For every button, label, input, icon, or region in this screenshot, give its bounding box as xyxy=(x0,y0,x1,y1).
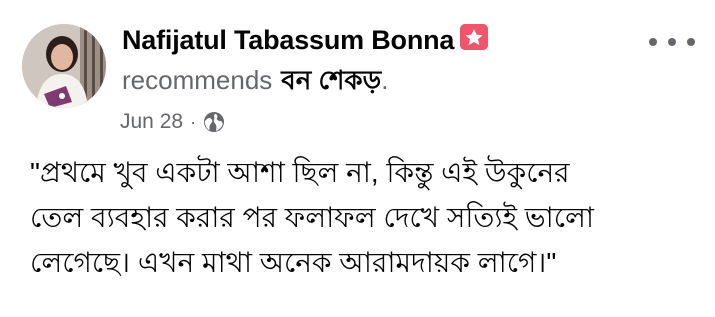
post-text-line: লেগেছে। এখন মাথা অনেক আরামদায়ক লাগে।" xyxy=(30,247,557,278)
recommendation-period: . xyxy=(381,65,389,95)
post-meta: Jun 28 · xyxy=(120,110,225,134)
globe-icon[interactable] xyxy=(203,111,225,133)
recommends-text: recommends xyxy=(122,65,273,95)
post-header: Nafijatul Tabassum Bonna recommends বন শ… xyxy=(122,22,645,95)
more-dot xyxy=(649,38,657,46)
more-options-icon[interactable] xyxy=(649,32,695,52)
star-badge-graphic xyxy=(460,24,489,50)
recommendation-post: Nafijatul Tabassum Bonna recommends বন শ… xyxy=(0,0,715,317)
meta-separator: · xyxy=(190,111,197,132)
avatar[interactable] xyxy=(22,24,106,108)
star-badge-icon[interactable] xyxy=(460,24,489,50)
more-dot xyxy=(668,38,676,46)
post-text-line: তেল ব্যবহার করার পর ফলাফল দেখে সত্যিই ভা… xyxy=(30,202,595,233)
recommendation-line: recommends বন শেকড় . xyxy=(122,60,645,95)
author-name[interactable]: Nafijatul Tabassum Bonna xyxy=(122,25,454,56)
author-line: Nafijatul Tabassum Bonna xyxy=(122,22,645,58)
avatar-image xyxy=(22,24,106,108)
post-date[interactable]: Jun 28 xyxy=(120,110,183,134)
post-text-line: "প্রথমে খুব একটা আশা ছিল না, কিন্তু এই উ… xyxy=(30,157,570,188)
recommended-page-link[interactable]: বন শেকড় xyxy=(281,60,381,104)
more-dot xyxy=(687,38,695,46)
post-text: "প্রথমে খুব একটা আশা ছিল না, কিন্তু এই উ… xyxy=(30,150,700,285)
